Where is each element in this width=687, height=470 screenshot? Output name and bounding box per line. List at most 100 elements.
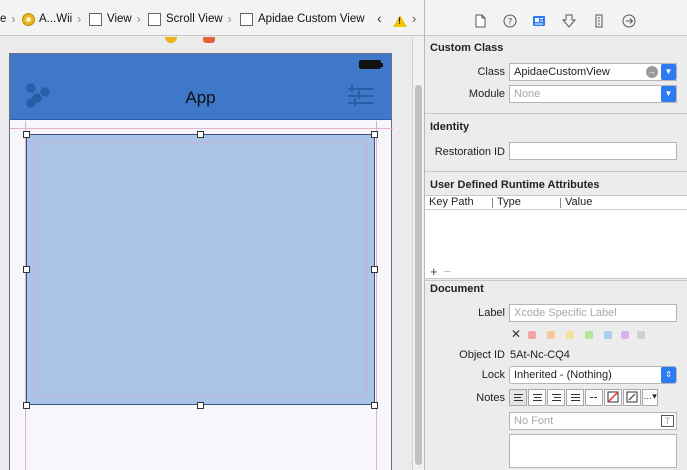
label-color-gray[interactable] <box>637 331 645 339</box>
content-guide <box>34 142 367 397</box>
breadcrumb-item[interactable]: Apidae Custom View <box>240 11 365 27</box>
svg-text:?: ? <box>508 18 513 28</box>
module-placeholder: None <box>514 88 541 100</box>
column-header[interactable]: Value <box>565 196 592 208</box>
resize-handle[interactable] <box>197 402 204 409</box>
module-combobox[interactable]: None ▼ <box>509 85 677 103</box>
lock-value: Inherited - (Nothing) <box>514 369 612 381</box>
column-separator <box>492 198 493 208</box>
add-attribute-button[interactable]: + <box>430 264 438 279</box>
resize-handle[interactable] <box>371 131 378 138</box>
breadcrumb-label: e <box>0 13 7 25</box>
label-color-green[interactable] <box>585 331 593 339</box>
lock-label: Lock <box>481 369 505 381</box>
section-title: User Defined Runtime Attributes <box>430 179 600 191</box>
storyboard-canvas[interactable]: App <box>0 37 412 470</box>
go-to-class-icon[interactable]: → <box>646 66 658 78</box>
class-combobox[interactable]: ApidaeCustomView → ▼ <box>509 63 677 81</box>
column-header[interactable]: Key Path <box>429 196 474 208</box>
view-icon <box>240 12 253 26</box>
chevron-down-icon[interactable]: ▼ <box>661 64 676 80</box>
more-options-icon[interactable]: …▾ <box>642 389 658 406</box>
section-title: Custom Class <box>430 42 504 54</box>
breadcrumb-label: Apidae Custom View <box>258 13 365 25</box>
label-color-red[interactable] <box>528 331 536 339</box>
divider <box>425 171 687 172</box>
warning-icon[interactable]: ! <box>393 15 407 27</box>
breadcrumb-item[interactable]: A...Wii › <box>22 11 81 27</box>
scene-dock <box>165 37 225 47</box>
jump-bar: e › A...Wii › View › Scroll View › Apidae Cu… <box>0 0 424 36</box>
chevron-down-icon[interactable]: ▼ <box>661 86 676 102</box>
resize-handle[interactable] <box>371 402 378 409</box>
font-picker-icon[interactable]: T <box>661 415 674 427</box>
file-icon[interactable] <box>473 14 487 28</box>
notes-format-toolbar: …▾ <box>509 389 659 406</box>
table-header: Key Path Type Value <box>425 196 687 210</box>
notes-label: Notes <box>476 392 505 404</box>
chevron-right-icon: › <box>11 12 16 26</box>
status-bar <box>10 54 391 74</box>
attributes-icon[interactable] <box>562 14 576 28</box>
chevron-updown-icon[interactable]: ⇕ <box>661 367 676 383</box>
breadcrumb-item[interactable]: View › <box>89 11 141 27</box>
view-icon <box>89 12 102 26</box>
chevron-right-icon[interactable]: › <box>412 11 416 26</box>
size-icon[interactable] <box>592 14 606 28</box>
apidae-custom-view[interactable] <box>26 134 375 405</box>
chevron-left-icon[interactable]: ‹ <box>377 10 388 26</box>
xcode-label-field[interactable]: Xcode Specific Label <box>509 304 677 322</box>
view-controller-icon[interactable] <box>165 37 177 43</box>
label-color-yellow[interactable] <box>566 331 574 339</box>
identity-inspector: Custom Class Class ApidaeCustomView → ▼ … <box>425 37 687 470</box>
resize-handle[interactable] <box>371 266 378 273</box>
module-label: Module <box>468 88 505 100</box>
canvas-scrollbar[interactable] <box>412 37 424 470</box>
align-justify-icon[interactable] <box>566 389 584 406</box>
lock-popup[interactable]: Inherited - (Nothing) ⇕ <box>509 366 677 384</box>
layout-guide <box>10 128 393 129</box>
align-center-icon[interactable] <box>528 389 546 406</box>
align-natural-icon[interactable] <box>585 389 603 406</box>
connections-icon[interactable] <box>622 14 636 28</box>
class-value: ApidaeCustomView <box>514 66 610 78</box>
label-color-orange[interactable] <box>547 331 555 339</box>
no-background-color-icon[interactable] <box>604 389 622 406</box>
restoration-id-field[interactable] <box>509 142 677 160</box>
scrollbar-thumb[interactable] <box>415 85 422 465</box>
resize-handle[interactable] <box>23 266 30 273</box>
column-separator <box>560 198 561 208</box>
label-color-purple[interactable] <box>621 331 629 339</box>
view-controller-icon <box>22 12 35 26</box>
breadcrumb-item[interactable]: Scroll View › <box>148 11 232 27</box>
chevron-right-icon: › <box>136 12 141 26</box>
resize-handle[interactable] <box>23 402 30 409</box>
align-left-icon[interactable] <box>509 389 527 406</box>
help-icon[interactable]: ? <box>503 14 517 28</box>
column-header[interactable]: Type <box>497 196 521 208</box>
table-controls: + − <box>430 264 457 279</box>
text-color-icon[interactable] <box>623 389 641 406</box>
identity-icon[interactable] <box>532 14 546 28</box>
remove-attribute-button[interactable]: − <box>444 264 452 279</box>
class-label: Class <box>477 66 505 78</box>
navigation-bar[interactable]: App <box>10 74 391 120</box>
exit-icon[interactable] <box>203 37 215 43</box>
notes-textarea[interactable] <box>509 434 677 468</box>
chevron-right-icon: › <box>227 12 232 26</box>
breadcrumb-item[interactable]: e › <box>0 11 15 27</box>
filter-icon[interactable] <box>348 84 374 108</box>
object-id-value: 5At-Nc-CQ4 <box>510 349 570 361</box>
scene-view[interactable]: App <box>9 53 393 470</box>
divider <box>425 113 687 114</box>
clear-color-icon[interactable]: ✕ <box>511 327 521 341</box>
runtime-attributes-table[interactable]: Key Path Type Value <box>425 195 687 279</box>
align-right-icon[interactable] <box>547 389 565 406</box>
resize-handle[interactable] <box>23 131 30 138</box>
section-title: Identity <box>430 121 470 133</box>
nav-title: App <box>185 88 216 107</box>
font-field[interactable]: No Font T <box>509 412 677 430</box>
resize-handle[interactable] <box>197 131 204 138</box>
breadcrumb-label: A...Wii <box>39 13 73 25</box>
label-color-blue[interactable] <box>604 331 612 339</box>
